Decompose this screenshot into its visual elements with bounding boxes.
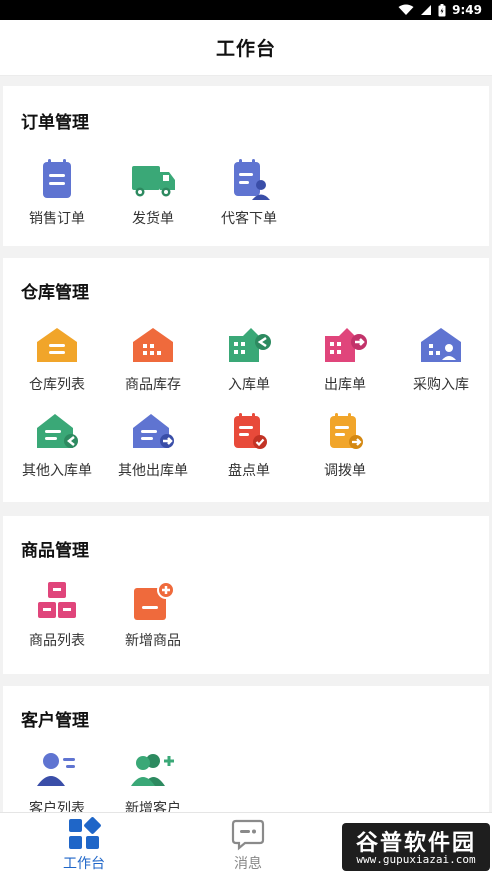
item-purchase-inbound[interactable]: 采购入库 [393,322,489,394]
other-outbound-icon [133,414,174,448]
item-transfer-order[interactable]: 调拨单 [297,408,393,480]
signal-icon [421,5,432,15]
item-other-inbound[interactable]: 其他入库单 [9,408,105,480]
item-label: 销售订单 [29,211,85,227]
tab-label: 工作台 [63,856,105,872]
item-label: 仓库列表 [29,377,85,393]
item-add-customer[interactable]: 新增客户 [105,746,201,812]
item-goods-list[interactable]: 商品列表 [9,578,105,650]
item-label: 商品列表 [29,633,85,649]
message-icon [231,819,265,851]
page-title: 工作台 [215,38,276,60]
status-time: 9:49 [452,3,482,17]
tab-messages[interactable]: 消息 [200,817,296,873]
item-label: 新增客户 [125,801,181,812]
item-label: 客户列表 [29,801,85,812]
title-bar: 工作台 [0,20,492,76]
item-warehouse-list[interactable]: 仓库列表 [9,322,105,394]
item-stocktake[interactable]: 盘点单 [201,408,297,480]
status-bar: 9:49 [0,0,492,20]
item-add-goods[interactable]: 新增商品 [105,578,201,650]
tab-label: 消息 [234,856,262,872]
content-area[interactable]: 订单管理 销售订单 发货单 代客下单 仓库管理 仓库列表 商品库存 入库单 出库… [0,76,492,812]
item-label: 商品库存 [125,377,181,393]
item-label: 新增商品 [125,633,181,649]
stocktake-icon [234,413,267,449]
proxy-order-icon [234,159,270,200]
section-customer: 客户管理 客户列表 新增客户 [3,686,489,812]
customer-list-icon [37,753,75,786]
add-goods-icon [134,581,175,620]
watermark-url: www.gupuxiazai.com [356,853,476,866]
item-label: 发货单 [132,211,174,227]
purchase-inbound-icon [421,328,461,362]
item-other-outbound[interactable]: 其他出库单 [105,408,201,480]
item-label: 盘点单 [228,463,270,479]
warehouse-icon [37,328,77,362]
add-customer-icon [131,754,174,786]
item-label: 代客下单 [221,211,277,227]
item-delivery-order[interactable]: 发货单 [105,156,201,228]
outbound-icon [325,328,367,362]
item-label: 其他出库单 [118,463,188,479]
item-label: 其他入库单 [22,463,92,479]
battery-icon [438,3,446,16]
watermark-logo: 谷普软件园 www.gupuxiazai.com [342,823,490,871]
tab-workbench[interactable]: 工作台 [36,817,132,873]
item-label: 入库单 [228,377,270,393]
other-inbound-icon [37,414,78,448]
section-goods: 商品管理 商品列表 新增商品 [3,516,489,674]
boxes-icon [38,582,76,618]
workbench-icon [69,817,101,849]
section-title-customer: 客户管理 [21,711,89,731]
inbound-icon [229,328,271,362]
item-sales-order[interactable]: 销售订单 [9,156,105,228]
item-label: 采购入库 [413,377,469,393]
item-proxy-order[interactable]: 代客下单 [201,156,297,228]
item-goods-stock[interactable]: 商品库存 [105,322,201,394]
item-inbound-order[interactable]: 入库单 [201,322,297,394]
transfer-icon [330,413,363,449]
section-title-warehouse: 仓库管理 [21,283,89,303]
item-label: 调拨单 [324,463,366,479]
section-title-goods: 商品管理 [21,541,89,561]
item-label: 出库单 [324,377,366,393]
section-warehouse: 仓库管理 仓库列表 商品库存 入库单 出库单 采购入库 其他入库单 其他出库单 … [3,258,489,502]
wifi-icon [398,4,414,15]
item-customer-list[interactable]: 客户列表 [9,746,105,812]
stock-icon [133,328,173,362]
sales-order-icon [43,159,71,198]
section-order: 订单管理 销售订单 发货单 代客下单 [3,86,489,246]
section-title-order: 订单管理 [21,113,89,133]
truck-icon [132,166,175,197]
item-outbound-order[interactable]: 出库单 [297,322,393,394]
